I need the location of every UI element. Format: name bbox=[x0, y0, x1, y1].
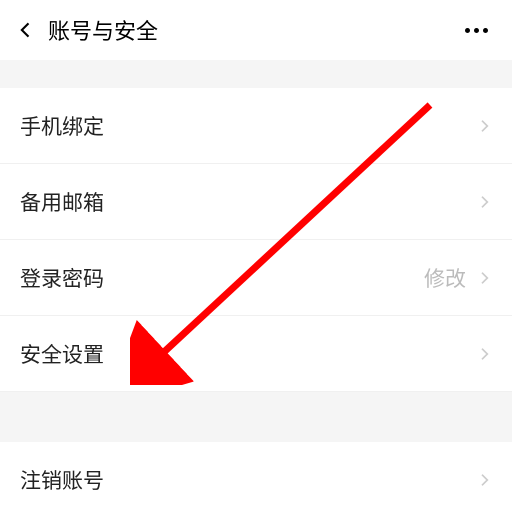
item-right bbox=[476, 194, 492, 210]
chevron-right-icon bbox=[476, 118, 492, 134]
page-title: 账号与安全 bbox=[48, 14, 158, 46]
item-right: 修改 bbox=[424, 263, 492, 293]
page-header: 账号与安全 bbox=[0, 0, 512, 60]
list-item-delete-account[interactable]: 注销账号 bbox=[0, 442, 512, 518]
item-right bbox=[476, 118, 492, 134]
section-gap-large bbox=[0, 392, 512, 442]
list-item-backup-email[interactable]: 备用邮箱 bbox=[0, 164, 512, 240]
chevron-right-icon bbox=[476, 194, 492, 210]
item-label: 登录密码 bbox=[20, 263, 104, 293]
item-label: 安全设置 bbox=[20, 339, 104, 369]
chevron-right-icon bbox=[476, 472, 492, 488]
back-icon[interactable] bbox=[16, 20, 36, 40]
item-right bbox=[476, 346, 492, 362]
item-value: 修改 bbox=[424, 263, 466, 293]
item-label: 注销账号 bbox=[20, 465, 104, 495]
chevron-right-icon bbox=[476, 346, 492, 362]
more-icon[interactable] bbox=[457, 20, 496, 41]
chevron-right-icon bbox=[476, 270, 492, 286]
list-item-login-password[interactable]: 登录密码 修改 bbox=[0, 240, 512, 316]
list-item-security-settings[interactable]: 安全设置 bbox=[0, 316, 512, 392]
header-left: 账号与安全 bbox=[16, 14, 158, 46]
list-item-phone-bind[interactable]: 手机绑定 bbox=[0, 88, 512, 164]
section-gap bbox=[0, 60, 512, 88]
item-right bbox=[476, 472, 492, 488]
item-label: 手机绑定 bbox=[20, 111, 104, 141]
item-label: 备用邮箱 bbox=[20, 187, 104, 217]
